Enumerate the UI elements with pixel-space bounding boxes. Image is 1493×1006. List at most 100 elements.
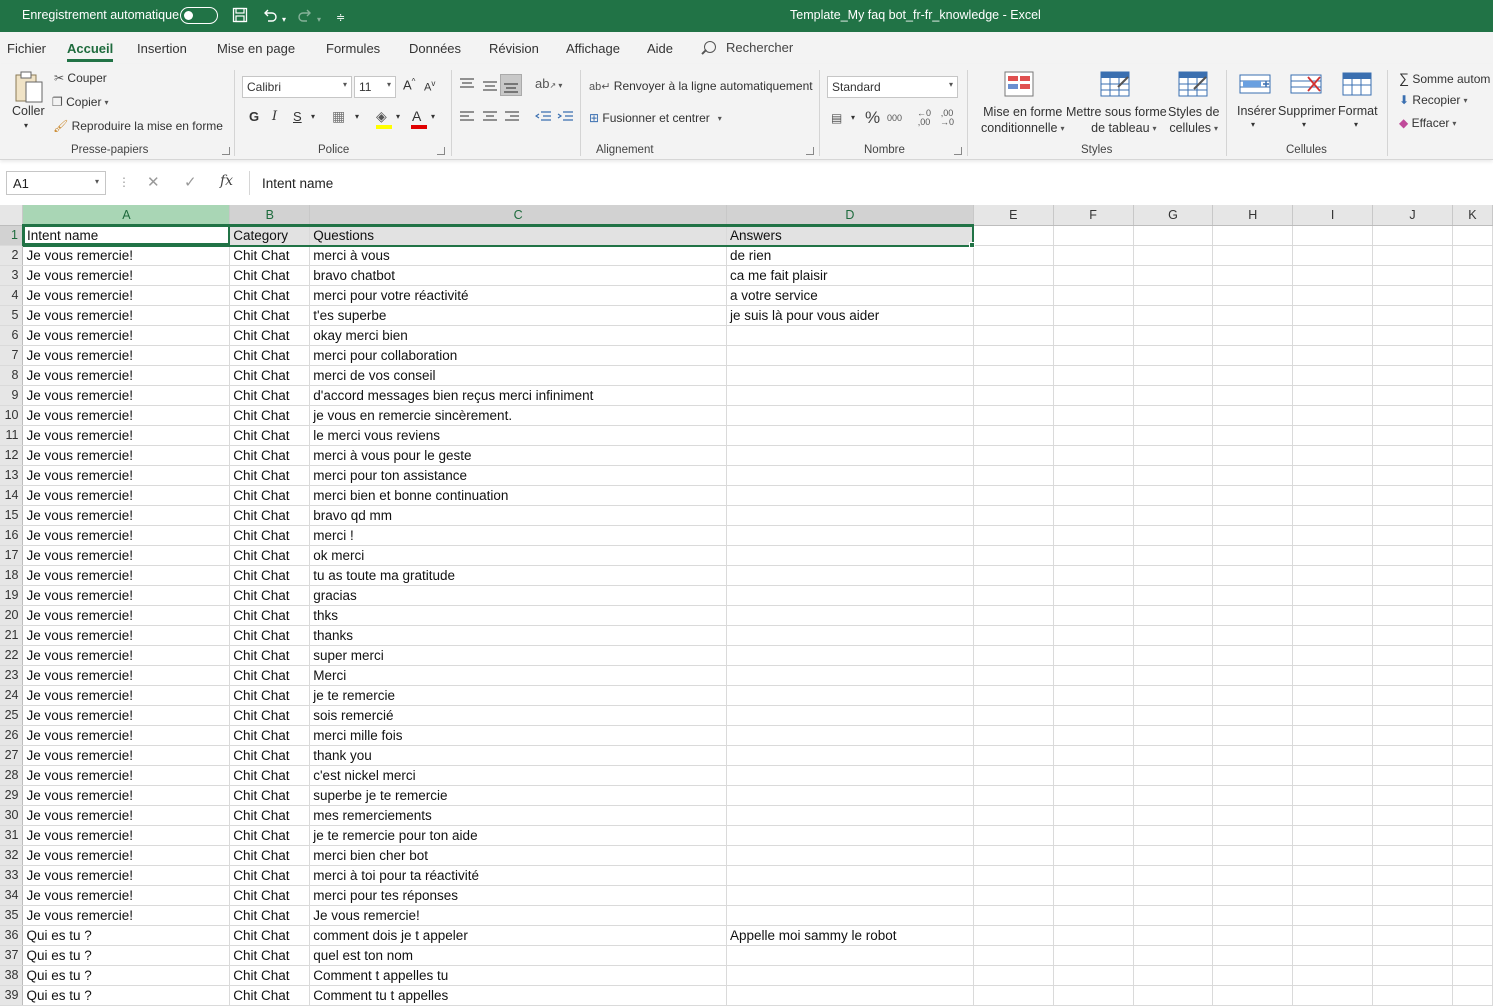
- cell[interactable]: [973, 265, 1054, 286]
- cell[interactable]: [1053, 345, 1134, 366]
- tab-aide[interactable]: Aide: [647, 41, 673, 56]
- cell[interactable]: Je vous remercie!: [22, 245, 231, 266]
- cell[interactable]: [1053, 605, 1134, 626]
- column-header-d[interactable]: D: [726, 205, 974, 226]
- cell[interactable]: le merci vous reviens: [309, 425, 727, 446]
- column-header-a[interactable]: A: [22, 205, 231, 226]
- cell[interactable]: [1053, 765, 1134, 786]
- cell[interactable]: merci pour votre réactivité: [309, 285, 727, 306]
- cell[interactable]: [1372, 645, 1453, 666]
- cell[interactable]: [1292, 845, 1374, 866]
- cell[interactable]: [1452, 345, 1493, 366]
- cell[interactable]: [1133, 365, 1214, 386]
- spreadsheet-grid[interactable]: ABCDEFGHIJK 1 Intent name Category Question…: [0, 205, 1493, 1006]
- name-box[interactable]: A1 ▾: [6, 171, 106, 195]
- cell[interactable]: [1053, 545, 1134, 566]
- cell[interactable]: [726, 505, 974, 526]
- cell[interactable]: [1053, 745, 1134, 766]
- cell[interactable]: [1053, 825, 1134, 846]
- cell[interactable]: [973, 765, 1054, 786]
- cell[interactable]: [1372, 725, 1453, 746]
- paste-icon[interactable]: [14, 70, 44, 104]
- decrease-decimal-icon[interactable]: ,00 →0: [940, 109, 954, 127]
- column-header-k[interactable]: K: [1452, 205, 1493, 226]
- cell[interactable]: [1212, 405, 1294, 426]
- cell[interactable]: Qui es tu ?: [22, 925, 231, 946]
- cell[interactable]: Chit Chat: [229, 945, 311, 966]
- row-header[interactable]: 6: [0, 325, 24, 346]
- cell[interactable]: Chit Chat: [229, 965, 311, 986]
- cell[interactable]: [1372, 445, 1453, 466]
- cell[interactable]: [1133, 305, 1214, 326]
- row-header[interactable]: 37: [0, 945, 24, 966]
- cell[interactable]: [1212, 765, 1294, 786]
- cell[interactable]: [1212, 925, 1294, 946]
- cell[interactable]: Answers: [726, 225, 974, 246]
- percent-icon[interactable]: %: [865, 108, 880, 128]
- cell[interactable]: [1292, 505, 1374, 526]
- row-header[interactable]: 5: [0, 305, 24, 326]
- cell[interactable]: [1133, 245, 1214, 266]
- conditional-formatting-button[interactable]: Mise en forme conditionnelle ▾: [981, 104, 1064, 137]
- cell[interactable]: [1212, 325, 1294, 346]
- cell[interactable]: [726, 325, 974, 346]
- cell[interactable]: [1292, 645, 1374, 666]
- row-header[interactable]: 24: [0, 685, 24, 706]
- cell[interactable]: [1212, 945, 1294, 966]
- cell[interactable]: [726, 365, 974, 386]
- cell[interactable]: [1372, 425, 1453, 446]
- cell[interactable]: merci à toi pour ta réactivité: [309, 865, 727, 886]
- chevron-down-icon[interactable]: ▾: [311, 112, 315, 121]
- chevron-down-icon[interactable]: ▾: [1302, 120, 1306, 129]
- column-header-b[interactable]: B: [229, 205, 311, 226]
- cell[interactable]: Je vous remercie!: [22, 465, 231, 486]
- cell[interactable]: [1372, 225, 1453, 246]
- cell[interactable]: Je vous remercie!: [22, 505, 231, 526]
- cell[interactable]: Chit Chat: [229, 285, 311, 306]
- cell[interactable]: Je vous remercie!: [22, 385, 231, 406]
- cell[interactable]: [1212, 225, 1294, 246]
- cell[interactable]: [1452, 305, 1493, 326]
- cell[interactable]: [1452, 325, 1493, 346]
- cell[interactable]: [1053, 565, 1134, 586]
- cell[interactable]: [1212, 545, 1294, 566]
- cell[interactable]: Chit Chat: [229, 685, 311, 706]
- tab-formules[interactable]: Formules: [326, 41, 380, 56]
- cell[interactable]: [1212, 525, 1294, 546]
- cell[interactable]: [973, 445, 1054, 466]
- cell[interactable]: Chit Chat: [229, 585, 311, 606]
- cell[interactable]: [1133, 945, 1214, 966]
- cell[interactable]: [973, 745, 1054, 766]
- chevron-down-icon[interactable]: ▾: [396, 112, 400, 121]
- cell[interactable]: [1133, 445, 1214, 466]
- cell[interactable]: [726, 905, 974, 926]
- cell[interactable]: [1212, 685, 1294, 706]
- cell[interactable]: [1053, 725, 1134, 746]
- undo-icon[interactable]: [262, 7, 278, 28]
- cell[interactable]: [1053, 705, 1134, 726]
- undo-dropdown-icon[interactable]: ▾: [282, 11, 286, 29]
- format-painter-button[interactable]: 🖌 Reproduire la mise en forme: [53, 119, 223, 133]
- cell[interactable]: comment dois je t appeler: [309, 925, 727, 946]
- cell[interactable]: [1212, 725, 1294, 746]
- row-header[interactable]: 30: [0, 805, 24, 826]
- cell[interactable]: bravo qd mm: [309, 505, 727, 526]
- cell[interactable]: [1292, 525, 1374, 546]
- cell[interactable]: [973, 545, 1054, 566]
- cell[interactable]: [973, 465, 1054, 486]
- row-header[interactable]: 34: [0, 885, 24, 906]
- cell[interactable]: [1372, 305, 1453, 326]
- cell[interactable]: [1372, 345, 1453, 366]
- cell[interactable]: [1053, 985, 1134, 1006]
- cell[interactable]: [1292, 585, 1374, 606]
- cell[interactable]: Chit Chat: [229, 845, 311, 866]
- cell[interactable]: Je vous remercie!: [22, 645, 231, 666]
- cell[interactable]: Chit Chat: [229, 345, 311, 366]
- cell[interactable]: [1292, 245, 1374, 266]
- cell[interactable]: Je vous remercie!: [22, 325, 231, 346]
- cell[interactable]: Je vous remercie!: [22, 745, 231, 766]
- cell[interactable]: [973, 585, 1054, 606]
- cell[interactable]: [973, 925, 1054, 946]
- cell[interactable]: [1452, 485, 1493, 506]
- cell[interactable]: Comment tu t appelles: [309, 985, 727, 1006]
